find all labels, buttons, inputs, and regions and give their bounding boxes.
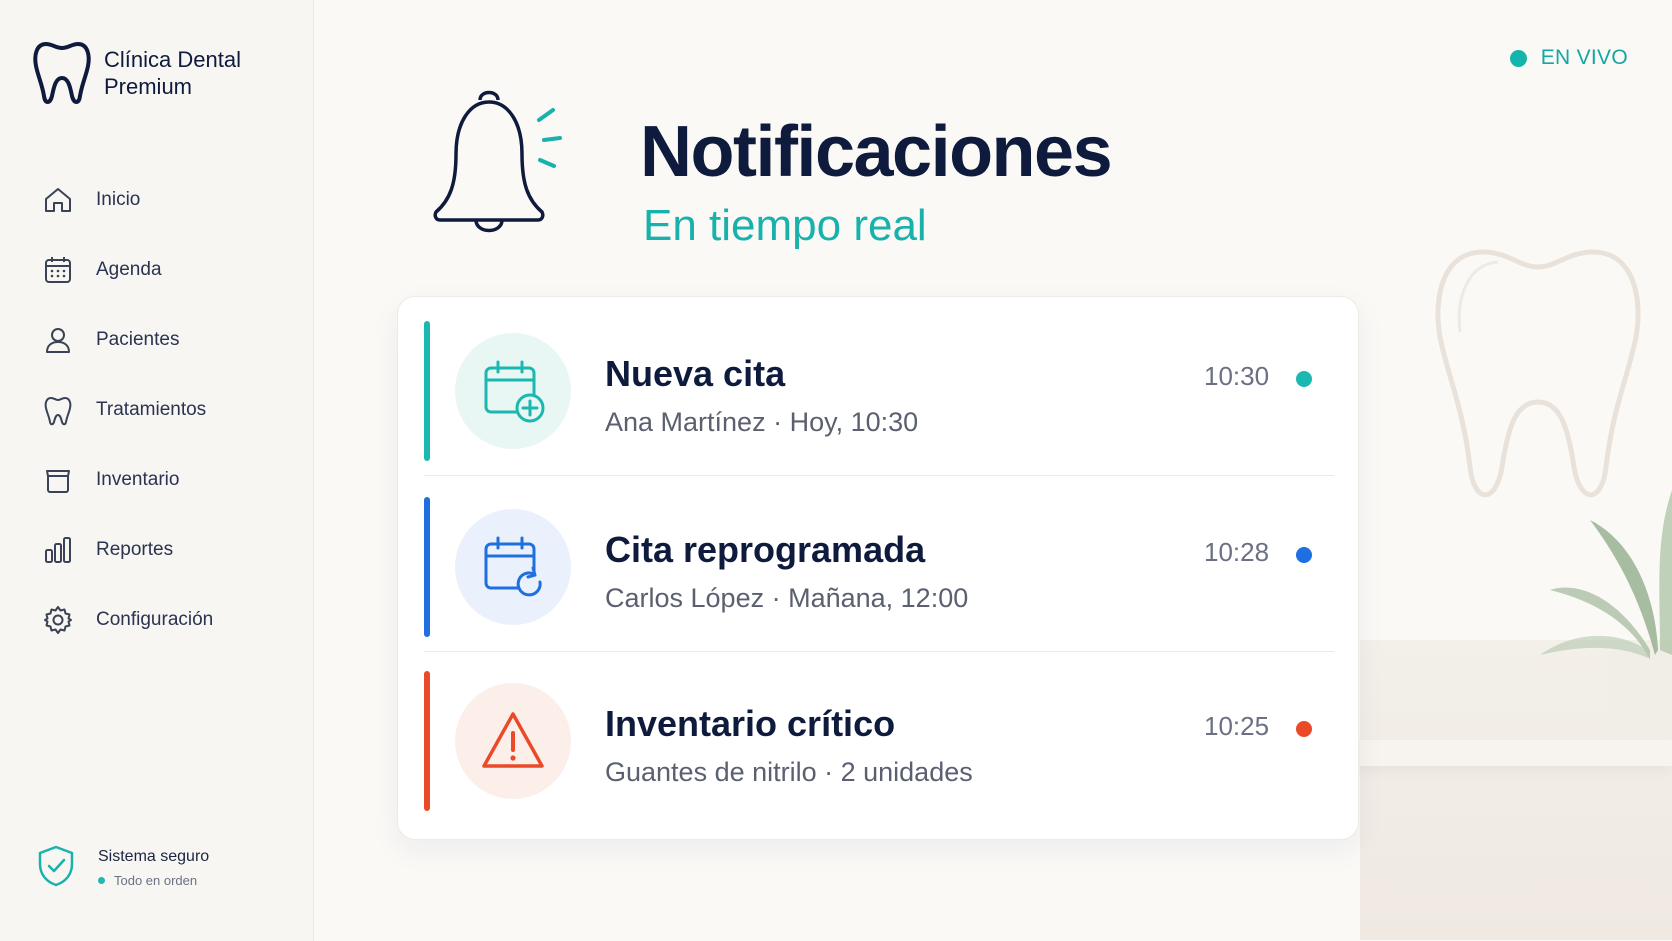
sidebar: Clínica Dental Premium Inicio Agenda Pac… xyxy=(0,0,314,941)
tooth-watermark-icon xyxy=(1435,249,1641,498)
page-subtitle: En tiempo real xyxy=(643,201,927,250)
tooth-icon xyxy=(33,42,91,104)
background-shelf-edge xyxy=(1350,740,1672,766)
sidebar-item-tratamientos[interactable]: Tratamientos xyxy=(42,390,282,430)
status-dot xyxy=(98,877,105,884)
sidebar-item-configuracion[interactable]: Configuración xyxy=(42,600,282,640)
notification-time: 10:25 xyxy=(1204,711,1270,741)
sidebar-item-label: Pacientes xyxy=(96,329,180,350)
user-icon xyxy=(46,328,70,353)
sidebar-item-inventario[interactable]: Inventario xyxy=(42,460,282,500)
notification-accent-bar xyxy=(424,321,430,461)
unread-dot xyxy=(1296,371,1312,387)
status-subtitle: Todo en orden xyxy=(114,873,198,888)
box-icon xyxy=(46,470,70,493)
notification-icon-badge xyxy=(455,683,571,799)
notification-icon-badge xyxy=(455,333,571,449)
notification-item-inventario-critico[interactable]: Inventario crítico Guantes de nitrilo · … xyxy=(424,671,1334,811)
notifications-card: Nueva cita Ana Martínez · Hoy, 10:30 10:… xyxy=(397,296,1359,840)
notification-item-cita-reprogramada[interactable]: Cita reprogramada Carlos López · Mañana,… xyxy=(424,497,1334,637)
sidebar-item-reportes[interactable]: Reportes xyxy=(42,530,282,570)
page-title: Notificaciones xyxy=(640,112,1113,192)
warning-icon xyxy=(482,712,544,768)
notification-detail: Guantes de nitrilo · 2 unidades xyxy=(605,757,973,787)
sidebar-item-label: Tratamientos xyxy=(96,399,207,420)
calendar-add-icon xyxy=(484,360,545,423)
unread-dot xyxy=(1296,547,1312,563)
notification-accent-bar xyxy=(424,497,430,637)
brand-name-line1: Clínica Dental xyxy=(104,47,241,72)
live-dot xyxy=(1509,49,1527,67)
home-icon xyxy=(45,188,71,212)
gear-icon xyxy=(44,606,72,634)
brand[interactable]: Clínica Dental Premium xyxy=(32,38,264,108)
sidebar-item-inicio[interactable]: Inicio xyxy=(42,180,282,220)
brand-name: Clínica Dental Premium xyxy=(104,46,264,100)
sidebar-item-pacientes[interactable]: Pacientes xyxy=(42,320,282,360)
notification-title: Inventario crítico xyxy=(605,703,896,744)
sidebar-item-label: Inventario xyxy=(96,469,180,490)
notification-detail: Ana Martínez · Hoy, 10:30 xyxy=(605,407,919,437)
bar-chart-icon xyxy=(45,537,71,563)
sidebar-item-agenda[interactable]: Agenda xyxy=(42,250,282,290)
live-indicator: EN VIVO xyxy=(1509,46,1628,70)
notification-time: 10:30 xyxy=(1204,361,1270,391)
unread-dot xyxy=(1296,721,1312,737)
divider xyxy=(424,651,1334,652)
sidebar-nav: Inicio Agenda Pacientes Tratamientos Inv… xyxy=(42,180,282,670)
status-subtitle-row: Todo en orden xyxy=(98,873,209,888)
calendar-refresh-icon xyxy=(484,536,543,597)
notification-icon-badge xyxy=(455,509,571,625)
bell-icon xyxy=(433,90,562,233)
sidebar-item-label: Reportes xyxy=(96,539,174,560)
notification-item-nueva-cita[interactable]: Nueva cita Ana Martínez · Hoy, 10:30 10:… xyxy=(424,321,1334,461)
shield-check-icon xyxy=(38,845,74,887)
notification-time: 10:28 xyxy=(1204,537,1270,567)
system-status: Sistema seguro Todo en orden xyxy=(36,844,209,888)
live-label: EN VIVO xyxy=(1540,46,1628,69)
brand-name-line2: Premium xyxy=(104,74,193,99)
notification-title: Nueva cita xyxy=(605,353,786,394)
sidebar-item-label: Configuración xyxy=(96,609,214,630)
sidebar-item-label: Inicio xyxy=(96,189,141,210)
tooth-icon xyxy=(44,397,72,426)
notification-detail: Carlos López · Mañana, 12:00 xyxy=(605,583,969,613)
notification-title: Cita reprogramada xyxy=(605,529,926,570)
status-title: Sistema seguro xyxy=(98,848,210,865)
calendar-icon xyxy=(45,257,71,283)
notification-accent-bar xyxy=(424,671,430,811)
sidebar-item-label: Agenda xyxy=(96,259,162,280)
divider xyxy=(424,475,1334,476)
